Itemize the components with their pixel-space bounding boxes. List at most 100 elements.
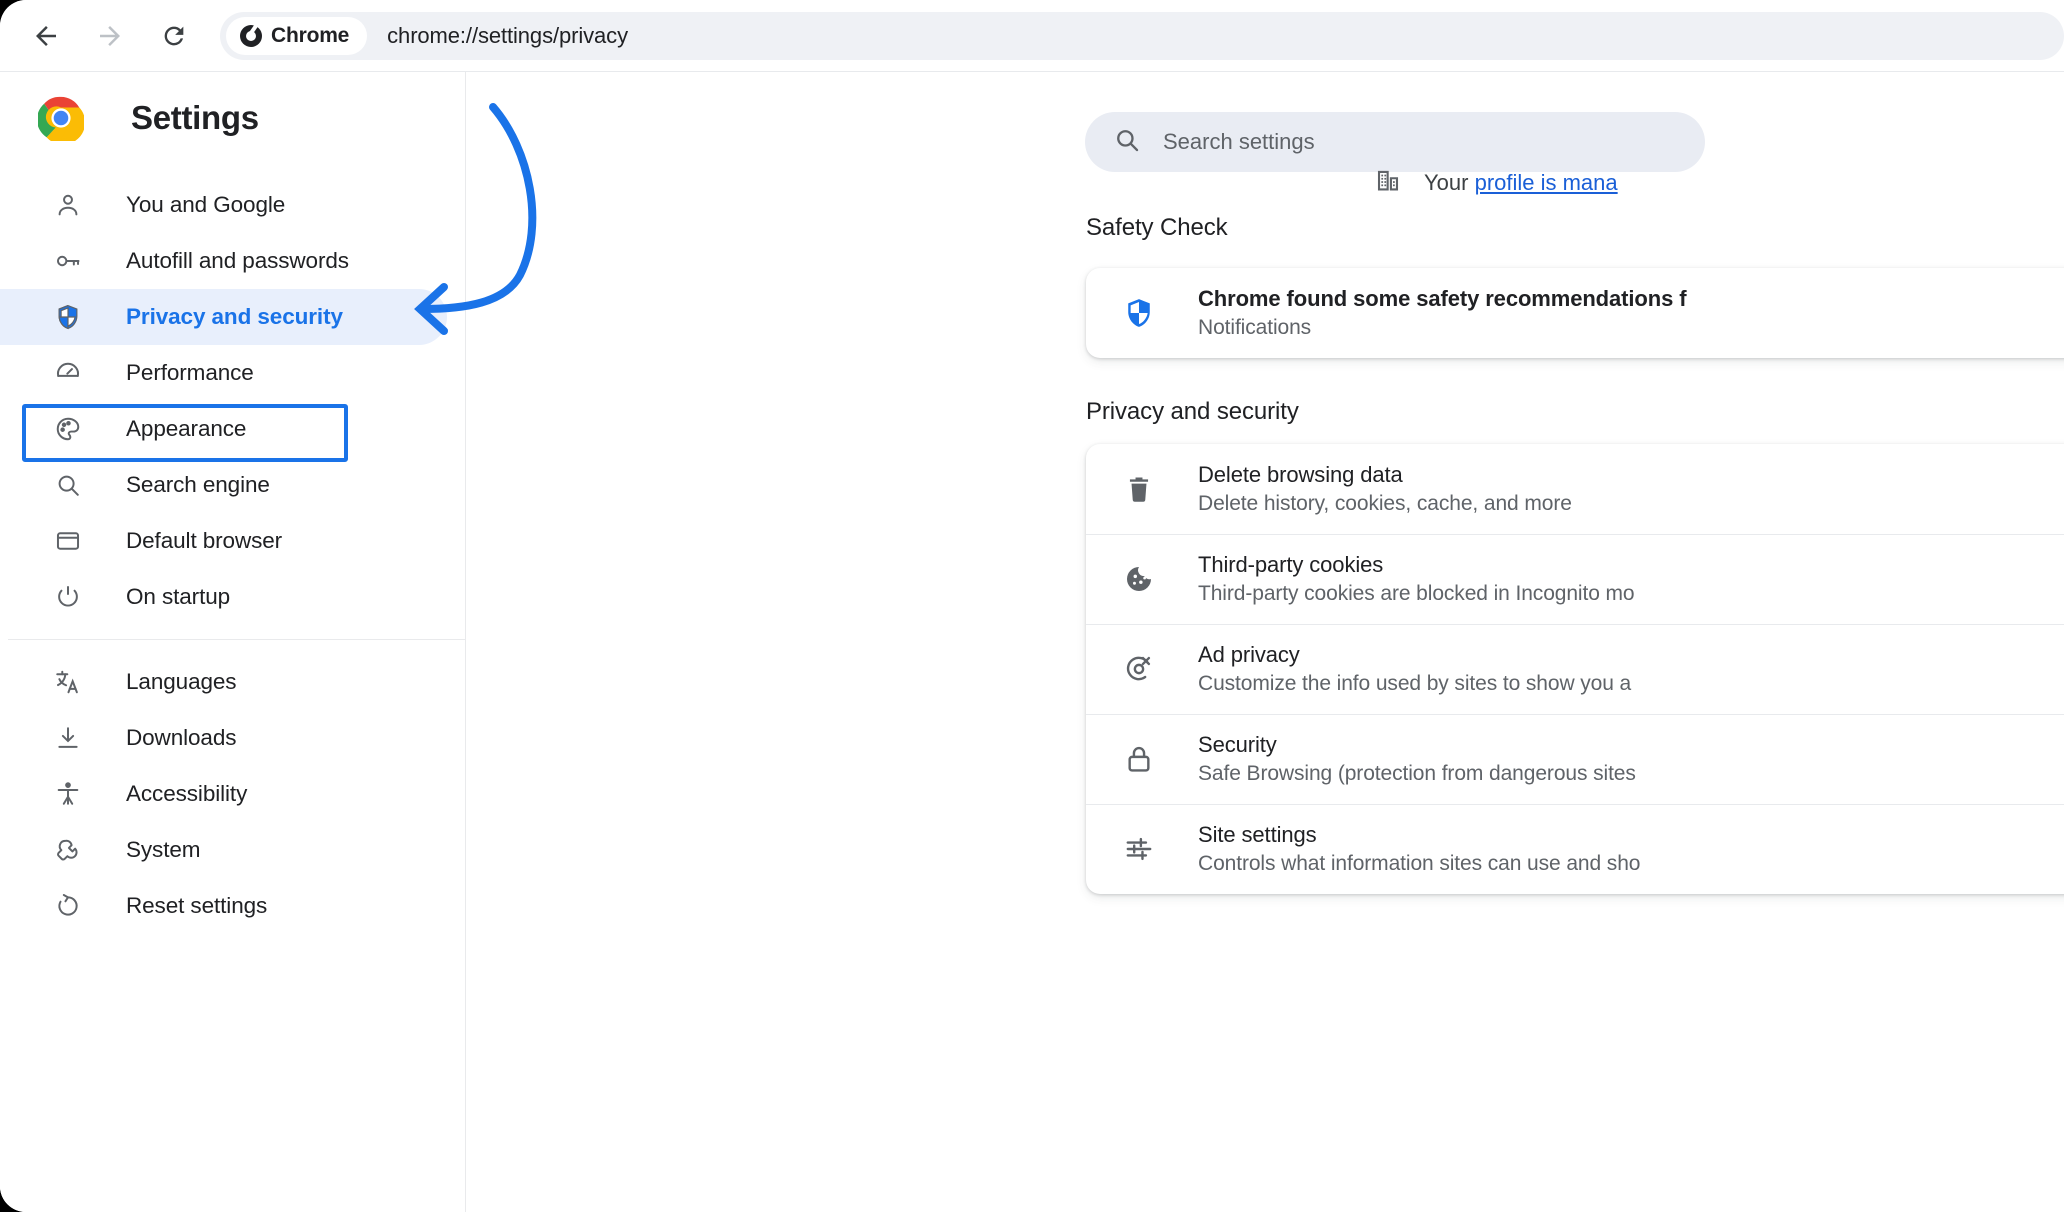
managed-profile-link[interactable]: profile is mana (1475, 170, 1618, 195)
row-ad-privacy[interactable]: Ad privacy Customize the info used by si… (1086, 624, 2064, 714)
search-input[interactable]: Search settings (1163, 129, 1315, 155)
sidebar-group-secondary: Languages Downloads Accessibility System… (0, 640, 465, 934)
cookie-icon (1120, 560, 1158, 598)
managed-profile-notice: Your profile is mana (1374, 166, 1618, 199)
chrome-logo-icon (36, 95, 86, 145)
row-title: Ad privacy (1198, 642, 1300, 667)
row-subtitle: Notifications (1198, 316, 1312, 339)
translate-icon (52, 666, 84, 698)
sidebar-item-system[interactable]: System (0, 822, 447, 878)
sidebar-item-label: Search engine (126, 472, 270, 497)
browser-toolbar: Chrome chrome://settings/privacy (0, 0, 2064, 72)
managed-profile-text: Your profile is mana (1424, 170, 1618, 196)
key-icon (52, 245, 84, 277)
accessibility-icon (52, 778, 84, 810)
search-settings-box[interactable]: Search settings (1085, 112, 1705, 172)
safety-check-card: Chrome found some safety recommendations… (1086, 268, 2064, 358)
settings-main: Search settings Your profile is mana Saf… (466, 72, 2064, 1212)
managed-profile-prefix: Your (1424, 169, 1475, 195)
row-subtitle: Delete history, cookies, cache, and more (1198, 492, 1572, 515)
row-subtitle: Third-party cookies are blocked in Incog… (1198, 582, 1635, 605)
sidebar-item-label: Autofill and passwords (126, 248, 349, 273)
ad-privacy-icon (1120, 650, 1158, 688)
sidebar-item-label: System (126, 837, 201, 862)
reload-button[interactable] (150, 12, 198, 60)
sidebar-item-label: Languages (126, 669, 237, 694)
row-text: Ad privacy Customize the info used by si… (1198, 642, 1631, 696)
row-subtitle: Safe Browsing (protection from dangerous… (1198, 762, 1636, 785)
section-heading-privacy-and-security: Privacy and security (1086, 398, 1299, 425)
lock-icon (1120, 740, 1158, 778)
sidebar-item-on-startup[interactable]: On startup (0, 569, 447, 625)
page-content: Settings You and Google Autofill and pas… (0, 72, 2064, 1212)
privacy-and-security-card: Delete browsing data Delete history, coo… (1086, 444, 2064, 894)
shield-icon (1120, 294, 1158, 332)
row-text: Site settings Controls what information … (1198, 822, 1640, 876)
sidebar-item-label: Appearance (126, 416, 247, 441)
row-text: Third-party cookies Third-party cookies … (1198, 552, 1635, 606)
row-text: Security Safe Browsing (protection from … (1198, 732, 1636, 786)
safety-check-text: Chrome found some safety recommendations… (1198, 286, 1687, 340)
row-title: Chrome found some safety recommendations… (1198, 286, 1687, 311)
forward-button[interactable] (86, 12, 134, 60)
sidebar-item-default-browser[interactable]: Default browser (0, 513, 447, 569)
speedometer-icon (52, 357, 84, 389)
sidebar-item-autofill-and-passwords[interactable]: Autofill and passwords (0, 233, 447, 289)
row-text: Delete browsing data Delete history, coo… (1198, 462, 1572, 516)
chrome-logo-icon (240, 24, 262, 47)
person-icon (52, 189, 84, 221)
building-icon (1374, 166, 1402, 199)
reset-icon (52, 890, 84, 922)
omnibox-url: chrome://settings/privacy (387, 22, 628, 48)
sidebar-item-search-engine[interactable]: Search engine (0, 457, 447, 513)
sidebar-item-label: On startup (126, 584, 231, 609)
back-button[interactable] (22, 12, 70, 60)
sidebar-item-appearance[interactable]: Appearance (0, 401, 447, 457)
omnibox[interactable]: Chrome chrome://settings/privacy (220, 11, 2064, 60)
forward-arrow-icon (95, 21, 125, 51)
sidebar-item-reset-settings[interactable]: Reset settings (0, 878, 447, 934)
sidebar-item-downloads[interactable]: Downloads (0, 710, 447, 766)
row-title: Delete browsing data (1198, 462, 1403, 487)
chrome-source-chip[interactable]: Chrome (226, 16, 368, 55)
palette-icon (52, 413, 84, 445)
row-subtitle: Controls what information sites can use … (1198, 852, 1641, 875)
sidebar-item-label: Default browser (126, 528, 283, 553)
section-heading-safety-check: Safety Check (1086, 214, 1228, 241)
sidebar-item-privacy-and-security[interactable]: Privacy and security (0, 289, 447, 345)
row-title: Third-party cookies (1198, 552, 1384, 577)
window-icon (52, 525, 84, 557)
row-subtitle: Customize the info used by sites to show… (1198, 672, 1632, 695)
reload-icon (160, 22, 188, 50)
sidebar-item-label: Performance (126, 360, 254, 385)
magnifier-icon (52, 469, 84, 501)
row-third-party-cookies[interactable]: Third-party cookies Third-party cookies … (1086, 534, 2064, 624)
power-icon (52, 581, 84, 613)
row-title: Site settings (1198, 822, 1317, 847)
sidebar-item-languages[interactable]: Languages (0, 654, 447, 710)
row-site-settings[interactable]: Site settings Controls what information … (1086, 804, 2064, 894)
sidebar-item-you-and-google[interactable]: You and Google (0, 177, 447, 233)
sidebar-item-label: Downloads (126, 725, 237, 750)
page-title: Settings (131, 99, 259, 136)
sliders-icon (1120, 830, 1158, 868)
search-icon (1113, 126, 1141, 159)
sidebar-item-label: Privacy and security (126, 304, 343, 329)
browser-window: Chrome chrome://settings/privacy Setting… (0, 0, 2064, 1212)
sidebar-item-label: Accessibility (126, 781, 248, 806)
sidebar-item-accessibility[interactable]: Accessibility (0, 766, 447, 822)
sidebar-item-performance[interactable]: Performance (0, 345, 447, 401)
download-icon (52, 722, 84, 754)
settings-brand: Settings (0, 72, 465, 164)
row-delete-browsing-data[interactable]: Delete browsing data Delete history, coo… (1086, 444, 2064, 534)
chrome-chip-label: Chrome (271, 23, 350, 47)
settings-sidebar: Settings You and Google Autofill and pas… (0, 72, 466, 1212)
sidebar-group-primary: You and Google Autofill and passwords Pr… (0, 164, 465, 625)
back-arrow-icon (31, 21, 61, 51)
safety-check-row[interactable]: Chrome found some safety recommendations… (1086, 268, 2064, 358)
wrench-icon (52, 834, 84, 866)
trash-icon (1120, 470, 1158, 508)
row-security[interactable]: Security Safe Browsing (protection from … (1086, 714, 2064, 804)
shield-icon (52, 301, 84, 333)
row-title: Security (1198, 732, 1277, 757)
